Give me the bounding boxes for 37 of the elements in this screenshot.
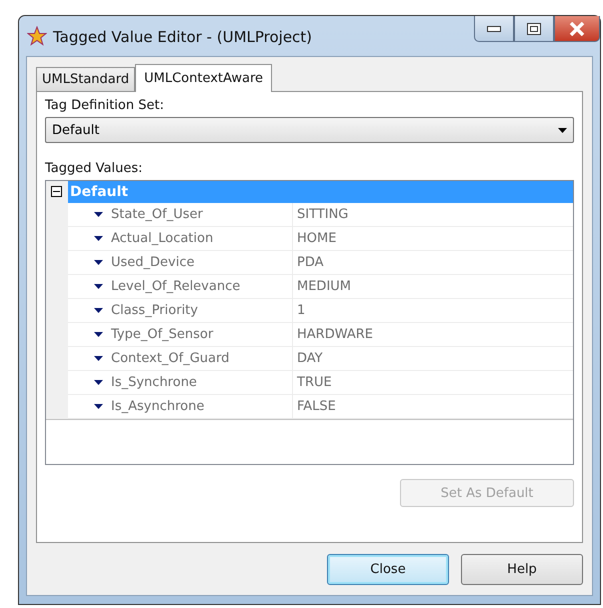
dialog-button[interactable]: Close bbox=[327, 554, 449, 585]
property-name: Class_Priority bbox=[68, 299, 293, 323]
triangle-icon bbox=[94, 404, 103, 409]
maximize-button[interactable] bbox=[514, 16, 554, 42]
triangle-icon bbox=[94, 236, 103, 241]
close-button[interactable] bbox=[554, 16, 600, 42]
property-name: Type_Of_Sensor bbox=[68, 323, 293, 347]
triangle-icon bbox=[94, 356, 103, 361]
tab[interactable]: UMLContextAware bbox=[135, 64, 272, 92]
dialog-button[interactable]: Help bbox=[461, 554, 583, 585]
close-icon bbox=[569, 22, 585, 36]
tab[interactable]: UMLStandard bbox=[36, 67, 136, 91]
group-row[interactable]: Default bbox=[68, 181, 573, 203]
triangle-icon bbox=[94, 212, 103, 217]
field-label: Tagged Values: bbox=[45, 161, 144, 176]
collapse-icon[interactable] bbox=[51, 186, 62, 197]
property-name: Context_Of_Guard bbox=[68, 347, 293, 371]
field-label: Tag Definition Set: bbox=[45, 98, 165, 113]
property-name: Is_Synchrone bbox=[68, 371, 293, 395]
dropdown-arrow-icon bbox=[558, 128, 567, 132]
triangle-icon bbox=[94, 308, 103, 313]
star-icon bbox=[27, 26, 47, 46]
window-title: Tagged Value Editor - (UMLProject) bbox=[53, 27, 314, 46]
minimize-icon bbox=[487, 26, 501, 32]
triangle-icon bbox=[94, 260, 103, 265]
property-name: Is_Asynchrone bbox=[68, 395, 293, 419]
triangle-icon bbox=[94, 284, 103, 289]
maximize-icon bbox=[527, 22, 541, 34]
property-name: Level_Of_Relevance bbox=[68, 275, 293, 299]
minimize-button[interactable] bbox=[474, 16, 514, 42]
tag-definition-dropdown[interactable]: Default bbox=[45, 117, 574, 143]
dropdown-value: Default bbox=[52, 122, 100, 138]
triangle-icon bbox=[94, 332, 103, 337]
property-name: Actual_Location bbox=[68, 227, 293, 251]
triangle-icon bbox=[94, 380, 103, 385]
property-name: State_Of_User bbox=[68, 203, 293, 227]
property-name: Used_Device bbox=[68, 251, 293, 275]
